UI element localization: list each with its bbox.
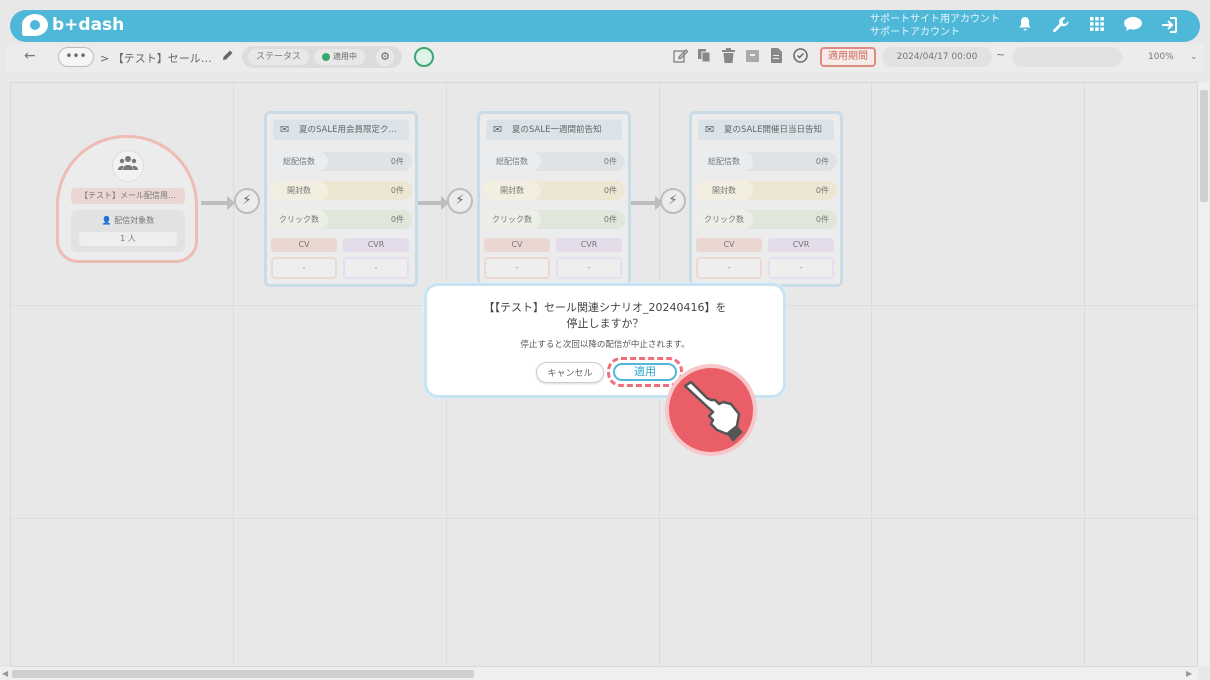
app-header: b+dash サポートサイト用アカウント サポートアカウント [10, 10, 1200, 42]
start-node-label: 【テスト】メール配信用… [71, 188, 185, 204]
cv-header: CV [484, 238, 550, 252]
active-dot-icon [322, 52, 330, 61]
mail-node-1[interactable]: ✉ 夏のSALE用会員限定ク… 総配信数 0件 開封数 0件 クリック数 0件 CV C… [264, 111, 418, 287]
stat-clicked: クリック数 0件 [270, 210, 412, 229]
account-line1: サポートサイト用アカウント [870, 14, 1000, 25]
user-avatar-icon[interactable] [414, 47, 434, 67]
account-info[interactable]: サポートサイト用アカウント サポートアカウント [870, 13, 1000, 39]
zoom-value: 100% [1148, 52, 1174, 62]
lightning-icon[interactable]: ⚡ [447, 188, 473, 214]
horizontal-scrollbar[interactable]: ◀ ▶ [0, 667, 1198, 680]
vertical-scrollbar[interactable] [1198, 82, 1210, 667]
lightning-icon[interactable]: ⚡ [660, 188, 686, 214]
cvr-header: CVR [768, 238, 834, 252]
mail-node-title: ✉ 夏のSALE一週間前告知 [486, 120, 622, 140]
vertical-scroll-thumb[interactable] [1200, 90, 1208, 202]
breadcrumb[interactable]: > 【テスト】セール… [100, 50, 212, 66]
copy-icon[interactable] [696, 48, 713, 65]
status-active-badge[interactable]: 適用中 [314, 49, 365, 65]
wrench-icon[interactable] [1051, 16, 1071, 36]
document-icon[interactable] [768, 48, 785, 65]
date-separator: ~ [996, 48, 1006, 61]
grid-line [1084, 83, 1085, 666]
cvr-header: CVR [343, 238, 409, 252]
stat-opened: 開封数 0件 [695, 181, 837, 200]
cancel-button[interactable]: キャンセル [536, 362, 604, 383]
cv-header: CV [271, 238, 337, 252]
logo[interactable]: b+dash [22, 14, 124, 36]
grid-line [871, 83, 872, 666]
target-count-label: 👤 配信対象数 [101, 216, 155, 225]
trash-icon[interactable] [720, 48, 737, 65]
archive-icon[interactable] [744, 48, 761, 65]
cv-header: CV [696, 238, 762, 252]
lightning-icon[interactable]: ⚡ [234, 188, 260, 214]
dialog-title: 【【テスト】セール関連シナリオ_20240416】を 停止しますか？ [427, 300, 783, 332]
mail-node-title: ✉ 夏のSALE開催日当日告知 [698, 120, 834, 140]
stat-total-sent: 総配信数 0件 [270, 152, 412, 171]
users-icon [112, 150, 144, 182]
stat-total-sent: 総配信数 0件 [483, 152, 625, 171]
target-count-box: 👤 配信対象数 1 人 [71, 210, 185, 252]
logo-icon [22, 14, 48, 36]
cvr-value: - [343, 257, 409, 279]
gear-icon[interactable]: ⚙ [376, 48, 394, 66]
back-button[interactable]: ← [24, 48, 36, 64]
start-date-field[interactable]: 2024/04/17 00:00 [882, 47, 992, 67]
period-button[interactable]: 適用期間 [820, 47, 876, 67]
envelope-icon: ✉ [280, 123, 290, 136]
status-label[interactable]: ステータス [248, 49, 310, 65]
cv-value: - [271, 257, 337, 279]
flow-arrow [417, 196, 449, 210]
grid-line [11, 518, 1197, 519]
scenario-toolbar: ← ••• > 【テスト】セール… ステータス 適用中 ⚙ 適用期間 2024/… [6, 44, 1204, 72]
envelope-icon: ✉ [705, 123, 715, 136]
stat-clicked: クリック数 0件 [483, 210, 625, 229]
cv-value: - [484, 257, 550, 279]
cvr-header: CVR [556, 238, 622, 252]
target-count-value: 1 人 [79, 232, 177, 246]
envelope-icon: ✉ [493, 123, 503, 136]
bell-icon[interactable] [1015, 16, 1035, 36]
cvr-value: - [768, 257, 834, 279]
cv-value: - [696, 257, 762, 279]
dialog-title-line2: 停止しますか？ [566, 317, 644, 330]
logout-icon[interactable] [1159, 16, 1179, 36]
active-label: 適用中 [333, 52, 357, 61]
stat-total-sent: 総配信数 0件 [695, 152, 837, 171]
zoom-select[interactable]: 100% ⌄ [1128, 47, 1200, 67]
grid-line [233, 83, 234, 666]
chevron-down-icon: ⌄ [1190, 52, 1198, 62]
chat-icon[interactable] [1123, 16, 1143, 36]
stat-opened: 開封数 0件 [483, 181, 625, 200]
grid-icon[interactable] [1087, 16, 1107, 36]
horizontal-scroll-thumb[interactable] [12, 670, 474, 678]
flow-arrow [631, 196, 663, 210]
hand-pointer-icon [665, 364, 757, 456]
mail-node-2[interactable]: ✉ 夏のSALE一週間前告知 総配信数 0件 開封数 0件 クリック数 0件 CV CV… [477, 111, 631, 287]
stat-clicked: クリック数 0件 [695, 210, 837, 229]
scroll-right-icon[interactable]: ▶ [1186, 669, 1192, 678]
logo-text: b+dash [52, 15, 125, 35]
edit-icon[interactable] [672, 48, 689, 65]
scroll-left-icon[interactable]: ◀ [2, 669, 8, 678]
person-icon: 👤 [101, 216, 115, 225]
mail-node-title: ✉ 夏のSALE用会員限定ク… [273, 120, 409, 140]
cvr-value: - [556, 257, 622, 279]
more-button[interactable]: ••• [58, 47, 94, 67]
mail-node-3[interactable]: ✉ 夏のSALE開催日当日告知 総配信数 0件 開封数 0件 クリック数 0件 CV C… [689, 111, 843, 287]
dialog-message: 停止すると次回以降の配信が中止されます。 [520, 340, 690, 350]
status-group: ステータス 適用中 ⚙ [242, 46, 402, 68]
start-node[interactable]: 【テスト】メール配信用… 👤 配信対象数 1 人 [56, 135, 198, 263]
dialog-title-line1: 【【テスト】セール関連シナリオ_20240416】を [483, 301, 727, 314]
apply-button[interactable]: 適用 [613, 363, 677, 381]
stat-opened: 開封数 0件 [270, 181, 412, 200]
end-date-field[interactable] [1012, 47, 1122, 67]
check-circle-icon[interactable] [792, 48, 809, 65]
pencil-icon[interactable] [222, 49, 234, 65]
account-line2: サポートアカウント [870, 27, 960, 38]
flow-arrow [201, 196, 235, 210]
